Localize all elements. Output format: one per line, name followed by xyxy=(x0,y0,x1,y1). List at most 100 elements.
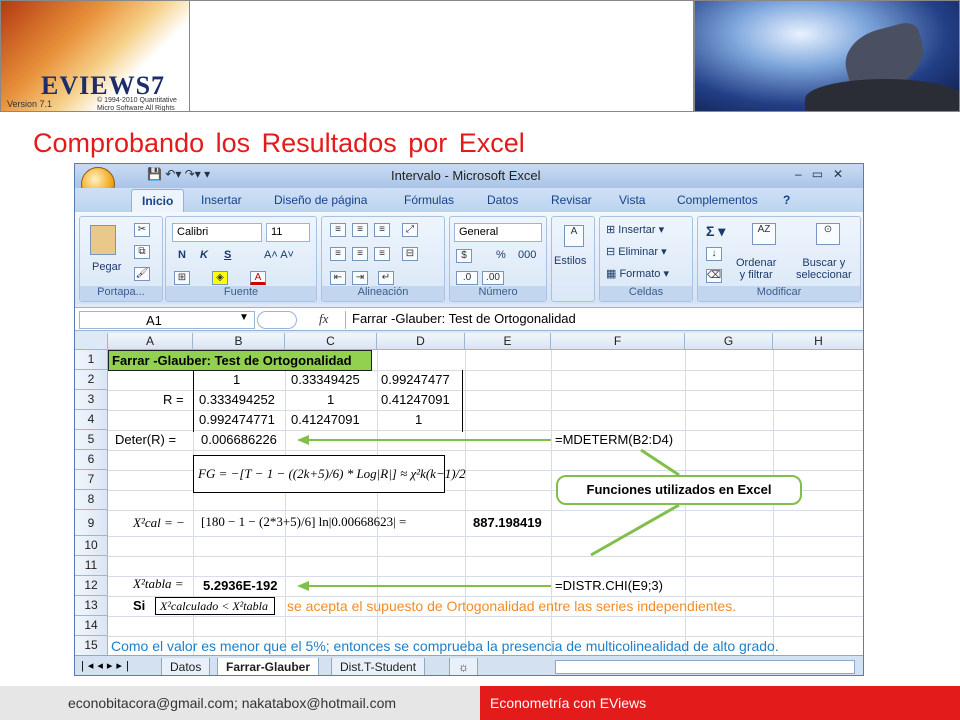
group-label-alineacion: Alineación xyxy=(322,286,444,301)
arrow-head-b11 xyxy=(297,581,309,591)
insert-cells-label: Insertar xyxy=(618,224,656,236)
group-alineacion: ≡ ≡ ≡ ⤢ ≡ ≡ ≡ ⊟ ⇤ ⇥ ↵ Alineación xyxy=(321,216,445,302)
font-size-select[interactable]: 11 xyxy=(266,223,310,242)
tab-inicio[interactable]: Inicio xyxy=(131,189,185,212)
decrease-indent-icon[interactable]: ⇤ xyxy=(330,271,346,285)
sort-filter-button[interactable]: Ordenar y filtrar xyxy=(736,257,776,281)
paste-icon[interactable] xyxy=(90,225,116,255)
underline-button[interactable]: S xyxy=(224,249,231,261)
align-center-icon[interactable]: ≡ xyxy=(352,247,368,261)
fill-icon[interactable]: ↓ xyxy=(706,247,722,261)
tab-complementos[interactable]: Complementos xyxy=(677,193,758,207)
slide-title: Comprobando los Resultados por Excel xyxy=(33,128,525,158)
orientation-icon[interactable]: ⤢ xyxy=(402,223,418,237)
ribbon-tabs: Inicio Insertar Diseño de página Fórmula… xyxy=(75,188,863,212)
close-icon[interactable]: ✕ xyxy=(833,167,853,181)
sheet-tab-farrar-glauber[interactable]: Farrar-Glauber xyxy=(217,658,320,675)
insert-cells-button[interactable]: ⊞ Insertar ▾ xyxy=(606,223,664,236)
maximize-icon[interactable]: ▭ xyxy=(812,167,833,181)
group-label-celdas: Celdas xyxy=(600,286,692,301)
bold-button[interactable]: N xyxy=(178,249,186,261)
minimize-icon[interactable]: – xyxy=(795,167,812,181)
italic-button[interactable]: K xyxy=(200,249,208,261)
arrow-head-b5 xyxy=(297,435,309,445)
sheet-tab-dist-t-student[interactable]: Dist.T-Student xyxy=(331,658,426,675)
sheet-tab-datos[interactable]: Datos xyxy=(161,658,211,675)
new-sheet-icon[interactable]: ☼ xyxy=(449,658,478,675)
align-middle-icon[interactable]: ≡ xyxy=(352,223,368,237)
excel-titlebar: 💾 ↶▾ ↷▾ ▾ Intervalo - Microsoft Excel –▭… xyxy=(75,164,863,188)
tab-vista[interactable]: Vista xyxy=(619,193,645,207)
window-controls[interactable]: –▭✕ xyxy=(795,167,853,181)
group-modificar: Σ ▾ ↓ ⌫ AZ Ordenar y filtrar ⊙ Buscar y … xyxy=(697,216,861,302)
group-fuente: Calibri 11 N K S A˄ A˅ ⊞ ◈ A Fuente xyxy=(165,216,317,302)
align-bottom-icon[interactable]: ≡ xyxy=(374,223,390,237)
font-color-icon[interactable]: A xyxy=(250,271,266,285)
format-cells-button[interactable]: ▦ Formato ▾ xyxy=(606,267,669,280)
formula-input[interactable]: Farrar -Glauber: Test de Ortogonalidad xyxy=(345,311,576,329)
group-estilos: A Estilos xyxy=(551,216,595,302)
styles-icon[interactable]: A xyxy=(564,225,584,247)
number-format-select[interactable]: General xyxy=(454,223,542,242)
increase-decimal-icon[interactable]: .0 xyxy=(456,271,478,285)
horizontal-scrollbar[interactable] xyxy=(555,660,855,674)
insert-function-icon[interactable]: fx xyxy=(319,311,328,327)
percent-button[interactable]: % xyxy=(496,249,506,261)
sort-filter-icon[interactable]: AZ xyxy=(752,223,776,245)
save-icon[interactable]: 💾 xyxy=(147,167,162,181)
styles-button[interactable]: Estilos xyxy=(554,255,586,267)
ribbon: Pegar ✂ ⧉ 🖌 Portapa... Calibri 11 N K S … xyxy=(75,212,863,304)
header-photo xyxy=(694,0,960,112)
grow-font-icon[interactable]: A˄ A˅ xyxy=(264,249,294,261)
excel-window: 💾 ↶▾ ↷▾ ▾ Intervalo - Microsoft Excel –▭… xyxy=(74,163,864,676)
eviews-logo: EVIEWS7 Version 7.1 © 1994-2010 Quantita… xyxy=(0,0,190,112)
autosum-icon[interactable]: Σ ▾ xyxy=(706,223,725,240)
wrap-text-icon[interactable]: ↵ xyxy=(378,271,394,285)
delete-cells-label: Eliminar xyxy=(618,246,659,258)
fill-color-icon[interactable]: ◈ xyxy=(212,271,228,285)
cut-icon[interactable]: ✂ xyxy=(134,223,150,237)
callout-connector-top xyxy=(640,448,680,477)
name-box[interactable]: A1 xyxy=(79,311,255,329)
group-label-modificar: Modificar xyxy=(698,286,860,301)
tab-formulas[interactable]: Fórmulas xyxy=(404,193,454,207)
redo-icon[interactable]: ↷▾ xyxy=(185,167,201,181)
window-title: Intervalo - Microsoft Excel xyxy=(391,168,541,183)
group-numero: General $ % 000 .0 .00 Número xyxy=(449,216,547,302)
quick-access-toolbar[interactable]: 💾 ↶▾ ↷▾ ▾ xyxy=(127,167,210,181)
customize-toolbar-icon[interactable]: ▾ xyxy=(204,167,210,181)
tab-datos[interactable]: Datos xyxy=(487,193,518,207)
align-top-icon[interactable]: ≡ xyxy=(330,223,346,237)
header-blank-panel xyxy=(190,0,694,112)
font-name-select[interactable]: Calibri xyxy=(172,223,262,242)
paste-button[interactable]: Pegar xyxy=(92,261,121,273)
copy-icon[interactable]: ⧉ xyxy=(134,245,150,259)
formula-bar-handle[interactable] xyxy=(257,311,297,329)
thousands-button[interactable]: 000 xyxy=(518,249,536,261)
align-left-icon[interactable]: ≡ xyxy=(330,247,346,261)
align-right-icon[interactable]: ≡ xyxy=(374,247,390,261)
name-box-dropdown-icon[interactable]: ▼ xyxy=(239,312,249,323)
currency-icon[interactable]: $ xyxy=(456,249,472,263)
logo-copyright: © 1994-2010 Quantitative Micro Software … xyxy=(97,97,177,112)
borders-icon[interactable]: ⊞ xyxy=(174,271,190,285)
increase-indent-icon[interactable]: ⇥ xyxy=(352,271,368,285)
merge-center-icon[interactable]: ⊟ xyxy=(402,247,418,261)
tab-revisar[interactable]: Revisar xyxy=(551,193,592,207)
sheet-nav-icons[interactable]: |◂◂▸▸| xyxy=(81,659,133,672)
clear-icon[interactable]: ⌫ xyxy=(706,269,722,283)
footer-contact: econobitacora@gmail.com; nakatabox@hotma… xyxy=(0,686,480,720)
tab-diseno-pagina[interactable]: Diseño de página xyxy=(274,193,367,207)
format-painter-icon[interactable]: 🖌 xyxy=(134,267,150,281)
group-portapapeles: Pegar ✂ ⧉ 🖌 Portapa... xyxy=(79,216,163,302)
group-celdas: ⊞ Insertar ▾ ⊟ Eliminar ▾ ▦ Formato ▾ Ce… xyxy=(599,216,693,302)
binoculars-icon[interactable]: ⊙ xyxy=(816,223,840,245)
functions-callout: Funciones utilizados en Excel xyxy=(556,475,802,505)
find-select-button[interactable]: Buscar y seleccionar xyxy=(796,257,852,281)
delete-cells-button[interactable]: ⊟ Eliminar ▾ xyxy=(606,245,667,258)
undo-icon[interactable]: ↶▾ xyxy=(165,167,181,181)
help-icon[interactable]: ? xyxy=(783,193,790,207)
decrease-decimal-icon[interactable]: .00 xyxy=(482,271,504,285)
tab-insertar[interactable]: Insertar xyxy=(201,193,242,207)
group-label-fuente: Fuente xyxy=(166,286,316,301)
